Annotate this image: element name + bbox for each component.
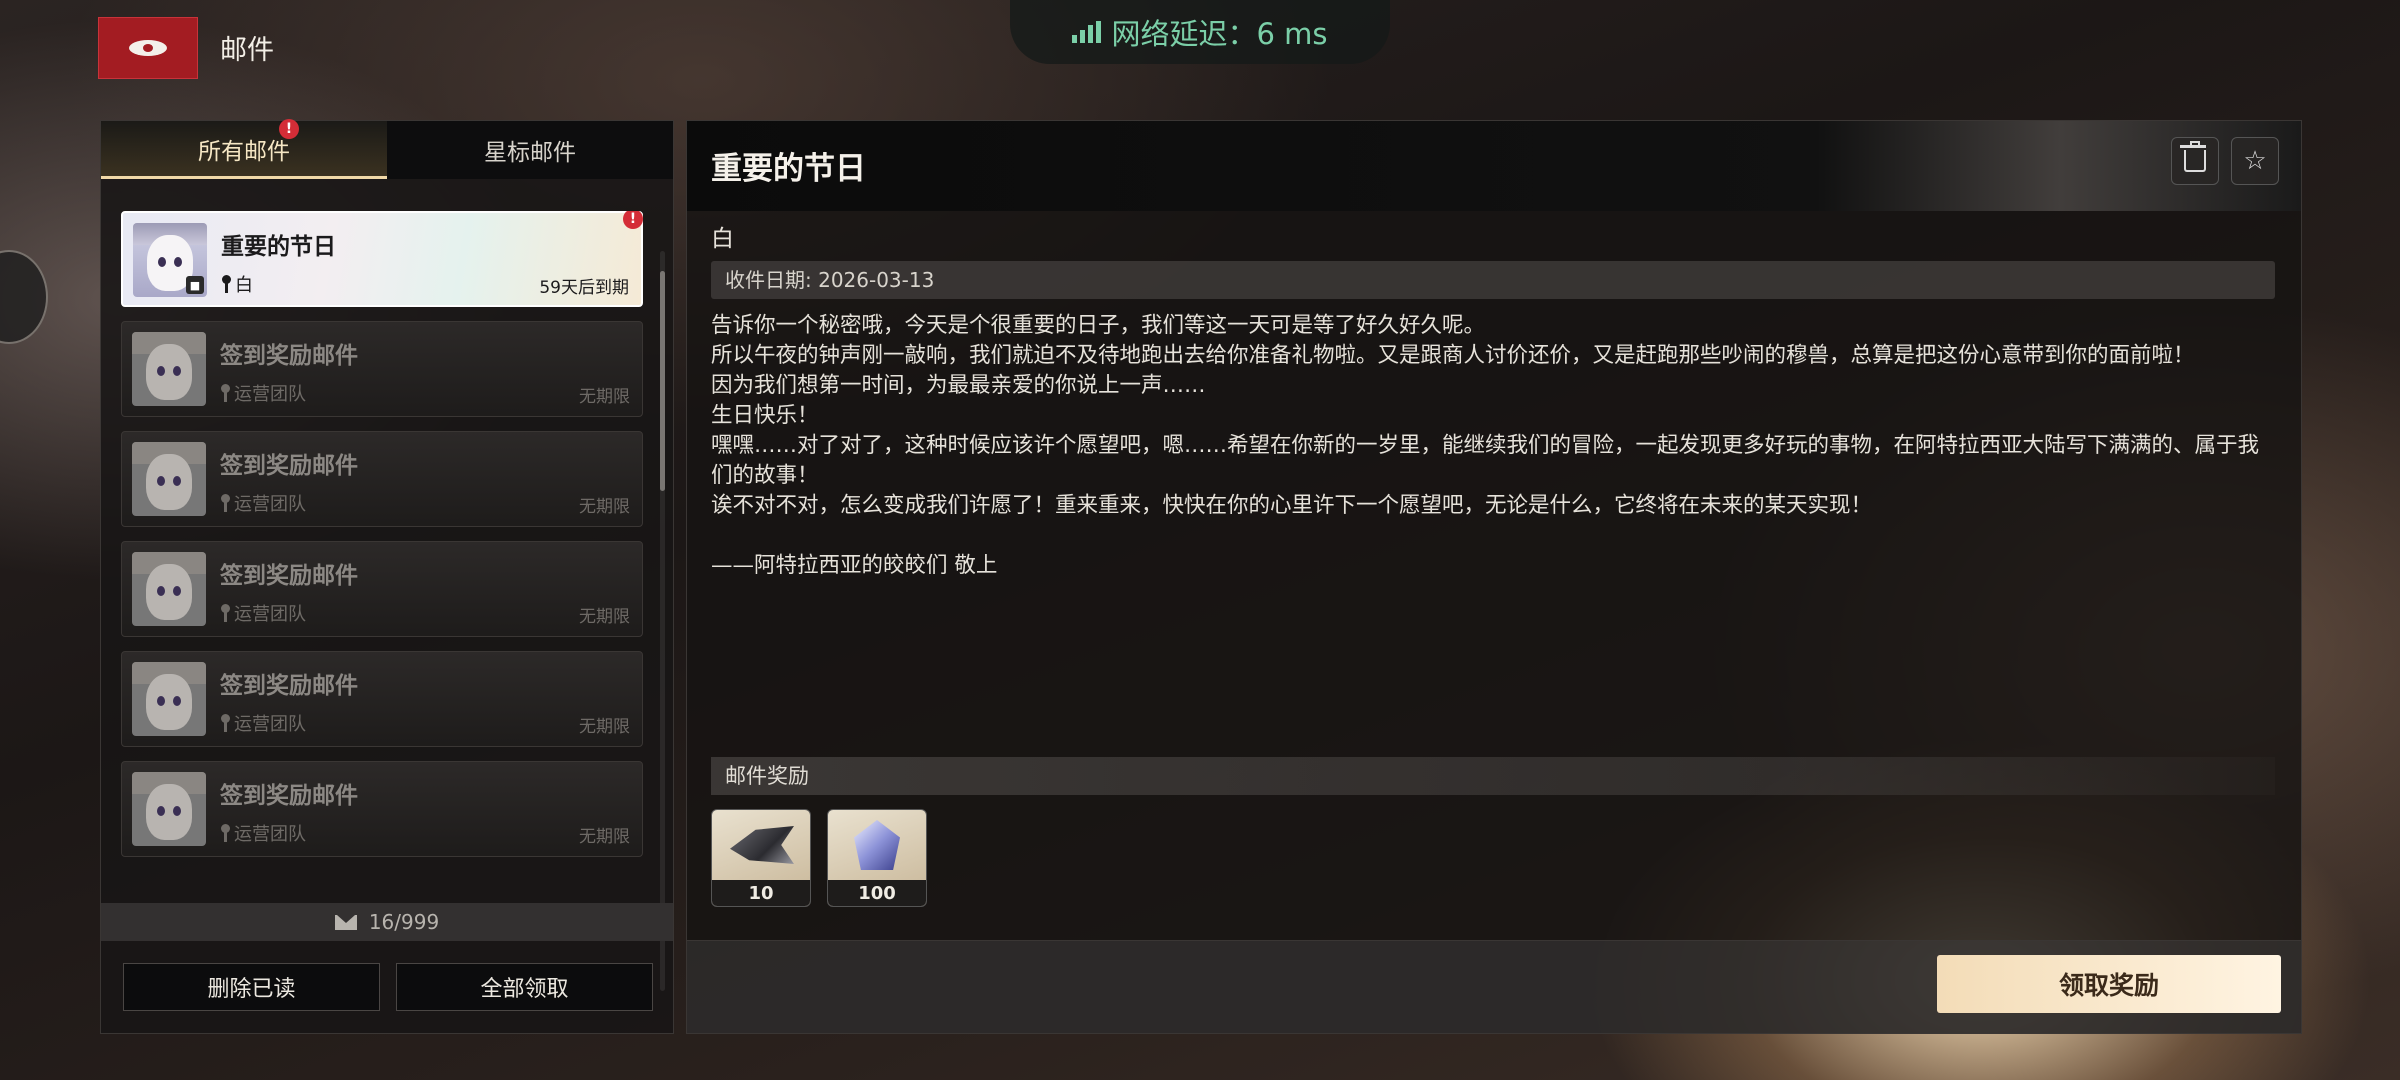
feather-material-icon — [730, 826, 794, 864]
avatar — [132, 442, 206, 516]
side-decoration — [0, 250, 48, 344]
sender-pin-icon — [220, 494, 230, 512]
signal-icon — [1072, 21, 1102, 43]
envelope-icon — [334, 914, 357, 930]
mail-item[interactable]: 签到奖励邮件 运营团队 无期限 — [121, 541, 643, 637]
body-line: 嘿嘿……对了对了，这种时候应该许个愿望吧，嗯……希望在你新的一岁里，能继续我们的… — [711, 433, 2260, 488]
unread-badge: ! — [623, 211, 643, 229]
avatar: ■ — [133, 223, 207, 297]
rewards-label: 邮件奖励 — [711, 757, 2275, 795]
back-logo-icon — [129, 40, 167, 56]
mail-list-panel: 所有邮件 ! 星标邮件 ■ 重要的节日 白 59天后到期 ! 签到奖励邮件 运营… — [100, 119, 674, 1034]
mail-expiry: 无期限 — [579, 607, 630, 627]
mail-sender-name: 运营团队 — [234, 494, 306, 515]
mail-sender: 运营团队 — [220, 380, 306, 406]
sender-pin-icon — [220, 824, 230, 842]
mail-sender: 运营团队 — [220, 820, 306, 846]
body-line: 所以午夜的钟声刚一敲响，我们就迫不及待地跑出去给你准备礼物啦。又是跟商人讨价还价… — [711, 343, 2195, 368]
mail-item[interactable]: 签到奖励邮件 运营团队 无期限 — [121, 431, 643, 527]
mail-list[interactable]: ■ 重要的节日 白 59天后到期 ! 签到奖励邮件 运营团队 无期限 签到奖励邮… — [121, 211, 653, 981]
trash-icon — [2180, 141, 2206, 172]
mail-item[interactable]: 签到奖励邮件 运营团队 无期限 — [121, 651, 643, 747]
list-actions: 删除已读 全部领取 — [123, 963, 653, 1011]
mail-title: 签到奖励邮件 — [220, 563, 358, 589]
mail-detail-footer: 领取奖励 — [687, 940, 2301, 1033]
delete-mail-button[interactable] — [2171, 137, 2219, 185]
sender-pin-icon — [220, 384, 230, 402]
tab-starred-mail[interactable]: 星标邮件 — [387, 121, 673, 179]
mail-detail-header: 重要的节日 ☆ — [687, 121, 2301, 211]
star-icon: ☆ — [2243, 146, 2267, 176]
mail-detail-sender: 白 — [711, 226, 734, 252]
mail-detail-title: 重要的节日 — [711, 151, 866, 187]
mail-item-selected[interactable]: ■ 重要的节日 白 59天后到期 ! — [121, 211, 643, 307]
mail-sender-name: 运营团队 — [234, 384, 306, 405]
body-line: 告诉你一个秘密哦，今天是个很重要的日子，我们等这一天可是等了好久好久呢。 — [711, 313, 1486, 338]
tab-all-mail[interactable]: 所有邮件 ! — [101, 119, 387, 179]
mail-title: 签到奖励邮件 — [220, 673, 358, 699]
mail-title: 签到奖励邮件 — [220, 783, 358, 809]
avatar — [132, 662, 206, 736]
mail-detail-panel: 重要的节日 ☆ 白 收件日期: 2026-03-13 告诉你一个秘密哦，今天是个… — [686, 120, 2302, 1034]
avatar — [132, 772, 206, 846]
mail-title: 签到奖励邮件 — [220, 343, 358, 369]
mail-count-bar: 16/999 — [101, 903, 673, 941]
claim-all-button[interactable]: 全部领取 — [396, 963, 653, 1011]
body-line: 因为我们想第一时间，为最最亲爱的你说上一声…… — [711, 373, 1206, 398]
mail-sender-name: 运营团队 — [234, 714, 306, 735]
latency-label: 网络延迟：6 ms — [1111, 17, 1328, 51]
mail-list-scrollbar[interactable] — [660, 251, 665, 991]
mail-sender-name: 白 — [235, 275, 253, 296]
lock-icon: ■ — [186, 276, 204, 294]
body-line: 生日快乐！ — [711, 403, 819, 428]
mail-title: 重要的节日 — [221, 234, 336, 260]
avatar — [132, 552, 206, 626]
mail-count: 16/999 — [368, 910, 440, 934]
body-line — [711, 521, 2275, 551]
delete-read-button[interactable]: 删除已读 — [123, 963, 380, 1011]
mail-sender: 白 — [221, 271, 253, 297]
mail-item[interactable]: 签到奖励邮件 运营团队 无期限 — [121, 321, 643, 417]
reward-item[interactable]: 10 — [711, 809, 811, 907]
crystal-gem-icon — [854, 820, 900, 870]
sender-pin-icon — [220, 714, 230, 732]
mail-sender-name: 运营团队 — [234, 824, 306, 845]
network-latency: 网络延迟：6 ms — [1010, 0, 1390, 64]
back-button[interactable] — [98, 17, 198, 79]
page-title: 邮件 — [220, 35, 274, 66]
unread-badge: ! — [279, 119, 299, 139]
body-line: 诶不对不对，怎么变成我们许愿了！重来重来，快快在你的心里许下一个愿望吧，无论是什… — [711, 493, 1873, 518]
reward-quantity: 10 — [712, 880, 810, 906]
received-date: 收件日期: 2026-03-13 — [711, 261, 2275, 299]
reward-quantity: 100 — [828, 880, 926, 906]
mail-sender: 运营团队 — [220, 490, 306, 516]
tab-starred-mail-label: 星标邮件 — [484, 140, 576, 166]
mail-expiry: 无期限 — [579, 387, 630, 407]
mail-sender-name: 运营团队 — [234, 604, 306, 625]
mail-tabs: 所有邮件 ! 星标邮件 — [101, 119, 673, 179]
mail-sender: 运营团队 — [220, 710, 306, 736]
rewards-list: 10 100 — [711, 809, 927, 907]
mail-expiry: 无期限 — [579, 827, 630, 847]
mail-body: 告诉你一个秘密哦，今天是个很重要的日子，我们等这一天可是等了好久好久呢。 所以午… — [711, 311, 2275, 581]
star-mail-button[interactable]: ☆ — [2231, 137, 2279, 185]
mail-title: 签到奖励邮件 — [220, 453, 358, 479]
mail-sender: 运营团队 — [220, 600, 306, 626]
avatar — [132, 332, 206, 406]
claim-reward-button[interactable]: 领取奖励 — [1937, 955, 2281, 1013]
sender-pin-icon — [221, 275, 231, 293]
mail-expiry: 59天后到期 — [539, 278, 629, 298]
mail-expiry: 无期限 — [579, 497, 630, 517]
mail-item[interactable]: 签到奖励邮件 运营团队 无期限 — [121, 761, 643, 857]
scrollbar-thumb[interactable] — [660, 271, 665, 491]
tab-all-mail-label: 所有邮件 — [198, 138, 290, 165]
body-signature: ——阿特拉西亚的皎皎们 敬上 — [711, 553, 998, 578]
mail-expiry: 无期限 — [579, 717, 630, 737]
sender-pin-icon — [220, 604, 230, 622]
reward-item[interactable]: 100 — [827, 809, 927, 907]
